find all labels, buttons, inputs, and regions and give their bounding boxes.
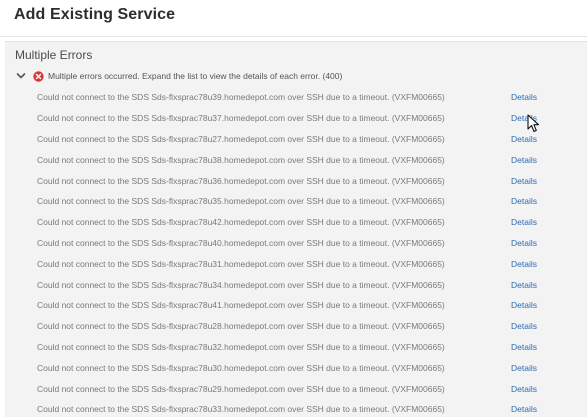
- error-list-item: Could not connect to the SDS Sds-flxspra…: [37, 108, 537, 129]
- error-list-item: Could not connect to the SDS Sds-flxspra…: [37, 191, 537, 212]
- error-list-item: Could not connect to the SDS Sds-flxspra…: [37, 149, 537, 170]
- error-list-item: Could not connect to the SDS Sds-flxspra…: [37, 129, 537, 150]
- error-message: Could not connect to the SDS Sds-flxspra…: [37, 279, 445, 290]
- details-link[interactable]: Details: [511, 217, 537, 227]
- details-link[interactable]: Details: [511, 196, 537, 206]
- details-link[interactable]: Details: [511, 92, 537, 102]
- error-message: Could not connect to the SDS Sds-flxspra…: [37, 133, 445, 144]
- error-list-item: Could not connect to the SDS Sds-flxspra…: [37, 337, 537, 358]
- error-message: Could not connect to the SDS Sds-flxspra…: [37, 237, 445, 248]
- error-list-item: Could not connect to the SDS Sds-flxspra…: [37, 212, 537, 233]
- error-message: Could not connect to the SDS Sds-flxspra…: [37, 175, 445, 186]
- error-list-item: Could not connect to the SDS Sds-flxspra…: [37, 87, 537, 108]
- error-panel: Multiple Errors Multiple errors occurred…: [5, 41, 587, 417]
- error-message: Could not connect to the SDS Sds-flxspra…: [37, 154, 445, 165]
- error-message: Could not connect to the SDS Sds-flxspra…: [37, 113, 445, 124]
- error-list-item: Could not connect to the SDS Sds-flxspra…: [37, 316, 537, 337]
- error-list-item: Could not connect to the SDS Sds-flxspra…: [37, 357, 537, 378]
- error-message: Could not connect to the SDS Sds-flxspra…: [37, 196, 445, 207]
- error-message: Could not connect to the SDS Sds-flxspra…: [37, 217, 445, 228]
- details-link[interactable]: Details: [511, 176, 537, 186]
- error-circle-icon: [31, 69, 45, 83]
- error-message: Could not connect to the SDS Sds-flxspra…: [37, 404, 445, 415]
- details-link[interactable]: Details: [511, 155, 537, 165]
- details-link[interactable]: Details: [511, 404, 537, 414]
- error-summary-text: Multiple errors occurred. Expand the lis…: [48, 71, 343, 81]
- error-summary-row: Multiple errors occurred. Expand the lis…: [14, 69, 342, 83]
- error-list-item: Could not connect to the SDS Sds-flxspra…: [37, 399, 537, 417]
- details-link[interactable]: Details: [511, 238, 537, 248]
- error-message: Could not connect to the SDS Sds-flxspra…: [37, 92, 445, 103]
- details-link[interactable]: Details: [511, 321, 537, 331]
- error-message: Could not connect to the SDS Sds-flxspra…: [37, 362, 445, 373]
- dialog-title: Add Existing Service: [14, 6, 176, 23]
- add-existing-service-dialog: Add Existing Service Multiple Errors Mul…: [0, 0, 587, 417]
- error-message: Could not connect to the SDS Sds-flxspra…: [37, 258, 445, 269]
- details-link[interactable]: Details: [511, 342, 537, 352]
- error-list-item: Could not connect to the SDS Sds-flxspra…: [37, 295, 537, 316]
- error-message: Could not connect to the SDS Sds-flxspra…: [37, 300, 445, 311]
- error-list-item: Could not connect to the SDS Sds-flxspra…: [37, 378, 537, 399]
- error-message: Could not connect to the SDS Sds-flxspra…: [37, 383, 445, 394]
- details-link[interactable]: Details: [511, 134, 537, 144]
- details-link[interactable]: Details: [511, 259, 537, 269]
- error-list-item: Could not connect to the SDS Sds-flxspra…: [37, 233, 537, 254]
- error-list-item: Could not connect to the SDS Sds-flxspra…: [37, 274, 537, 295]
- details-link[interactable]: Details: [511, 363, 537, 373]
- error-list-item: Could not connect to the SDS Sds-flxspra…: [37, 253, 537, 274]
- error-message: Could not connect to the SDS Sds-flxspra…: [37, 341, 445, 352]
- panel-heading: Multiple Errors: [15, 48, 93, 62]
- details-link[interactable]: Details: [511, 280, 537, 290]
- details-link[interactable]: Details: [511, 384, 537, 394]
- chevron-down-icon[interactable]: [14, 69, 28, 83]
- mouse-pointer-icon: [527, 114, 541, 134]
- error-list: Could not connect to the SDS Sds-flxspra…: [37, 87, 537, 417]
- title-divider: [0, 36, 587, 37]
- error-list-item: Could not connect to the SDS Sds-flxspra…: [37, 170, 537, 191]
- details-link[interactable]: Details: [511, 300, 537, 310]
- error-message: Could not connect to the SDS Sds-flxspra…: [37, 321, 445, 332]
